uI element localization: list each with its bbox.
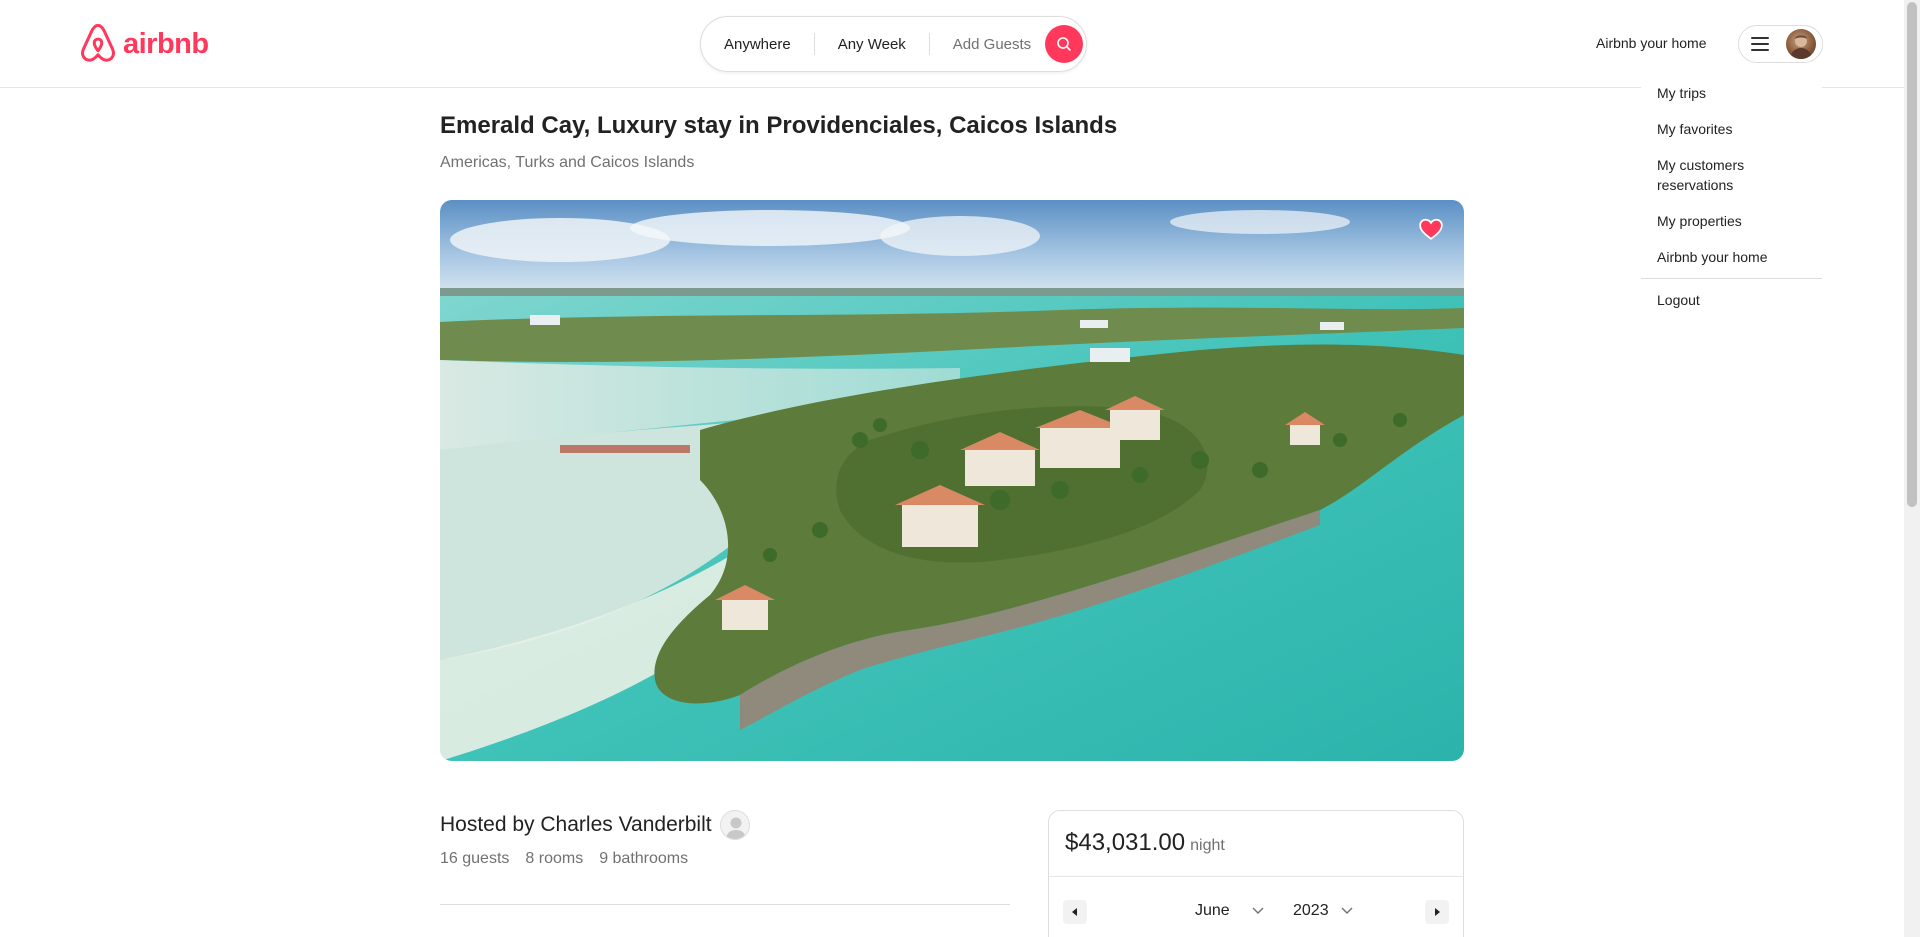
year-select[interactable]: 2023: [1293, 902, 1353, 920]
year-value: 2023: [1293, 902, 1329, 919]
search-any-week[interactable]: Any Week: [815, 36, 929, 53]
page-scrollbar[interactable]: [1904, 0, 1920, 937]
menu-item-my-trips[interactable]: My trips: [1641, 75, 1822, 111]
menu-divider: [1641, 278, 1822, 279]
menu-item-logout[interactable]: Logout: [1641, 282, 1822, 318]
booking-card: $43,031.00 night June 2023: [1048, 810, 1464, 937]
top-navbar: airbnb Anywhere Any Week Add Guests Airb…: [0, 0, 1904, 88]
price-unit: night: [1190, 837, 1225, 854]
airbnb-logo-icon: [81, 23, 115, 62]
prev-month-button[interactable]: [1063, 900, 1087, 924]
menu-item-my-favorites[interactable]: My favorites: [1641, 111, 1822, 147]
search-anywhere[interactable]: Anywhere: [701, 36, 814, 53]
card-divider: [1049, 876, 1463, 877]
avatar: [1786, 29, 1816, 59]
favorite-heart-icon[interactable]: [1418, 216, 1444, 242]
listing-photo-image: [440, 200, 1464, 761]
price-row: $43,031.00 night: [1065, 829, 1225, 857]
nightly-price: $43,031.00: [1065, 829, 1186, 856]
caret-left-icon: [1072, 908, 1077, 916]
listing-stats: 16 guests 8 rooms 9 bathrooms: [440, 850, 688, 868]
listing-photo: [440, 200, 1464, 761]
guests-count: 16 guests: [440, 850, 510, 867]
menu-item-airbnb-your-home[interactable]: Airbnb your home: [1641, 239, 1822, 275]
listing-title: Emerald Cay, Luxury stay in Providencial…: [440, 112, 1118, 139]
logo-text: airbnb: [123, 27, 209, 60]
bathrooms-count: 9 bathrooms: [599, 850, 689, 867]
scrollbar-thumb[interactable]: [1907, 2, 1917, 507]
menu-icon: [1751, 37, 1769, 51]
next-month-button[interactable]: [1425, 900, 1449, 924]
section-divider: [440, 904, 1010, 905]
user-dropdown-menu: My trips My favorites My customers reser…: [1641, 75, 1822, 318]
chevron-down-icon: [1252, 907, 1264, 914]
user-menu-button[interactable]: [1738, 25, 1823, 63]
calendar-nav: June 2023: [1063, 900, 1449, 924]
hosted-by-text: Hosted by Charles Vanderbilt: [440, 813, 712, 836]
search-icon: [1057, 37, 1071, 51]
caret-right-icon: [1435, 908, 1440, 916]
listing-location: Americas, Turks and Caicos Islands: [440, 154, 695, 171]
search-add-guests[interactable]: Add Guests: [930, 36, 1043, 53]
airbnb-your-home-link[interactable]: Airbnb your home: [1596, 35, 1707, 51]
menu-item-my-customers-reservations[interactable]: My customers reservations: [1641, 147, 1822, 203]
search-button[interactable]: [1045, 25, 1084, 63]
host-info: Hosted by Charles Vanderbilt: [440, 810, 750, 840]
user-placeholder-icon: [725, 817, 746, 839]
month-value: June: [1195, 902, 1230, 919]
host-avatar: [719, 810, 750, 840]
rooms-count: 8 rooms: [525, 850, 584, 867]
search-bar[interactable]: Anywhere Any Week Add Guests: [700, 16, 1087, 72]
chevron-down-icon: [1341, 907, 1353, 914]
month-select[interactable]: June: [1195, 902, 1264, 920]
menu-item-my-properties[interactable]: My properties: [1641, 203, 1822, 239]
airbnb-logo[interactable]: airbnb: [79, 23, 209, 65]
